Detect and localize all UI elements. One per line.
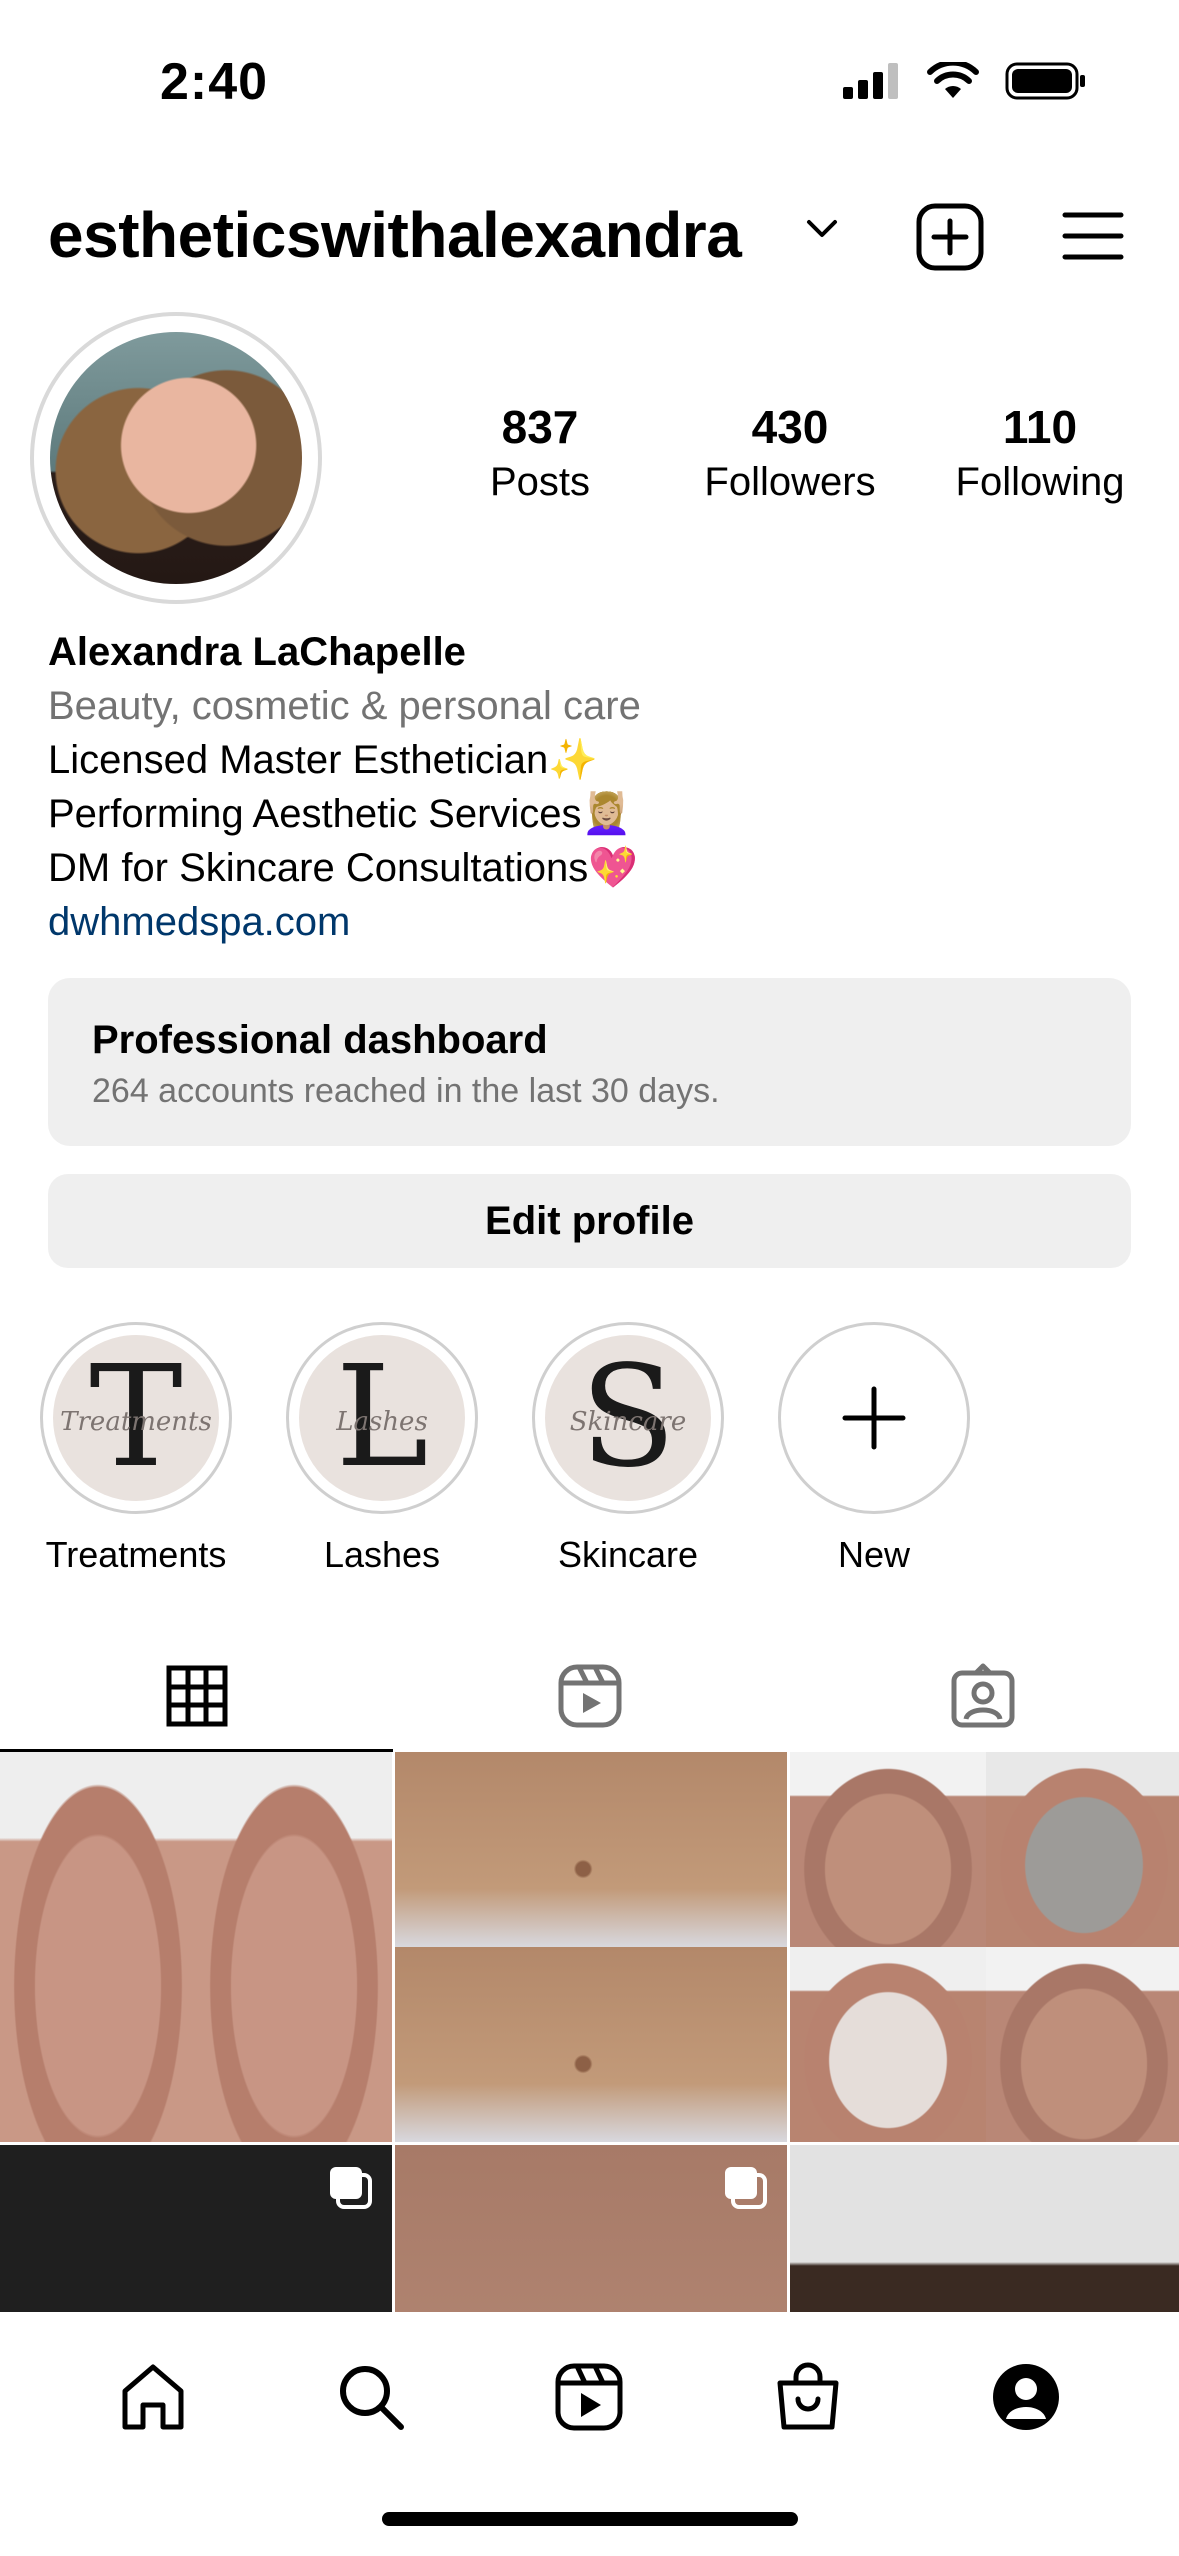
- bio: Alexandra LaChapelle Beauty, cosmetic & …: [48, 625, 1148, 949]
- stat-following[interactable]: 110 Following: [930, 400, 1150, 505]
- nav-search[interactable]: [316, 2352, 426, 2442]
- highlight-cover: T Treatments: [53, 1335, 219, 1501]
- highlight-skincare[interactable]: S Skincare Skincare: [532, 1322, 724, 1576]
- highlight-script: Lashes: [336, 1407, 428, 1437]
- dashboard-subtitle: 264 accounts reached in the last 30 days…: [92, 1072, 720, 1110]
- post-thumbnail: [395, 1947, 787, 2142]
- post-thumbnail: [790, 1947, 986, 2142]
- nav-profile[interactable]: [971, 2352, 1081, 2442]
- posts-grid: [0, 1752, 1179, 2312]
- profile-header: estheticswithalexandra: [0, 190, 1179, 280]
- highlight-cover: [791, 1335, 957, 1501]
- grid-post[interactable]: [395, 2145, 787, 2312]
- edit-profile-button[interactable]: Edit profile: [48, 1174, 1131, 1268]
- profile-category: Beauty, cosmetic & personal care: [48, 684, 641, 728]
- professional-dashboard[interactable]: Professional dashboard 264 accounts reac…: [48, 978, 1131, 1146]
- username-switcher[interactable]: estheticswithalexandra: [48, 198, 742, 272]
- carousel-icon: [330, 2167, 372, 2209]
- website-link[interactable]: dwhmedspa.com: [48, 895, 1148, 949]
- highlight-script: Skincare: [569, 1407, 687, 1437]
- post-thumbnail: [196, 1752, 392, 2142]
- avatar[interactable]: [50, 332, 302, 584]
- highlight-ring[interactable]: S Skincare: [532, 1322, 724, 1514]
- nav-shop[interactable]: [753, 2352, 863, 2442]
- home-indicator[interactable]: [382, 2512, 798, 2526]
- post-thumbnail: [986, 1947, 1179, 2142]
- stat-value: 430: [751, 401, 829, 453]
- reels-icon: [555, 2363, 623, 2431]
- highlight-ring[interactable]: L Lashes: [286, 1322, 478, 1514]
- menu-icon[interactable]: [1062, 210, 1124, 262]
- stat-value: 110: [1002, 401, 1078, 453]
- status-bar: 2:40: [0, 0, 1179, 150]
- signal-icon: [843, 63, 898, 99]
- tab-reels[interactable]: [393, 1640, 786, 1752]
- tagged-icon: [951, 1663, 1014, 1728]
- nav-reels[interactable]: [534, 2352, 644, 2442]
- stat-label: Following: [955, 460, 1125, 504]
- highlight-treatments[interactable]: T Treatments Treatments: [40, 1322, 232, 1576]
- battery-icon: [1005, 62, 1085, 100]
- post-thumbnail: [0, 2145, 196, 2312]
- stat-label: Posts: [489, 460, 591, 504]
- status-time: 2:40: [160, 53, 269, 111]
- post-thumbnail: [790, 1752, 986, 1947]
- highlight-new[interactable]: New: [778, 1322, 970, 1576]
- tab-tagged[interactable]: [786, 1640, 1179, 1752]
- stat-label: Followers: [704, 460, 876, 504]
- wifi-icon: [927, 62, 979, 98]
- profile-icon: [992, 2364, 1059, 2430]
- post-thumbnail: [395, 1752, 787, 1947]
- highlight-label: New: [837, 1534, 911, 1575]
- bio-line: Performing Aesthetic Services💆🏼‍♀️: [48, 792, 632, 836]
- search-icon: [340, 2366, 405, 2430]
- profile-stats: 837 Posts 430 Followers 110 Following: [430, 400, 1150, 505]
- create-post-icon[interactable]: [915, 202, 985, 272]
- reels-icon: [558, 1664, 621, 1728]
- dashboard-title: Professional dashboard: [92, 1018, 548, 1062]
- bio-line: Licensed Master Esthetician✨: [48, 738, 599, 782]
- status-icons: [843, 62, 1087, 100]
- highlight-lashes[interactable]: L Lashes Lashes: [286, 1322, 478, 1576]
- post-thumbnail: [790, 2145, 986, 2312]
- grid-icon: [166, 1665, 227, 1727]
- highlight-cover: L Lashes: [299, 1335, 465, 1501]
- highlight-script: Treatments: [60, 1407, 212, 1437]
- bio-line: DM for Skincare Consultations💖: [48, 846, 639, 890]
- chevron-down-icon[interactable]: [805, 218, 839, 240]
- post-thumbnail: [986, 2145, 1179, 2312]
- grid-post[interactable]: [0, 1752, 392, 2142]
- home-icon: [122, 2364, 184, 2430]
- stat-value: 837: [501, 401, 579, 453]
- profile-tabs: [0, 1640, 1179, 1752]
- tab-grid[interactable]: [0, 1640, 393, 1752]
- highlight-label: Skincare: [557, 1534, 699, 1575]
- display-name: Alexandra LaChapelle: [48, 630, 466, 674]
- plus-icon: [842, 1386, 906, 1450]
- grid-post[interactable]: [395, 1752, 787, 2142]
- shop-icon: [777, 2362, 839, 2430]
- carousel-icon: [725, 2167, 767, 2209]
- nav-home[interactable]: [98, 2352, 208, 2442]
- highlight-ring[interactable]: T Treatments: [40, 1322, 232, 1514]
- stat-followers[interactable]: 430 Followers: [680, 400, 900, 505]
- avatar-ring[interactable]: [30, 312, 322, 604]
- highlight-label: Lashes: [323, 1534, 441, 1575]
- post-thumbnail: [986, 1752, 1179, 1947]
- grid-post[interactable]: [790, 1752, 1179, 2142]
- bottom-nav-items: [0, 2352, 1179, 2442]
- grid-post[interactable]: [0, 2145, 392, 2312]
- post-thumbnail: [0, 1752, 196, 2142]
- highlight-cover: S Skincare: [545, 1335, 711, 1501]
- grid-post[interactable]: [790, 2145, 1179, 2312]
- stat-posts[interactable]: 837 Posts: [430, 400, 650, 505]
- highlight-label: Treatments: [45, 1534, 227, 1575]
- story-highlights: T Treatments Treatments L Lashes Lashes …: [40, 1322, 970, 1576]
- highlight-ring[interactable]: [778, 1322, 970, 1514]
